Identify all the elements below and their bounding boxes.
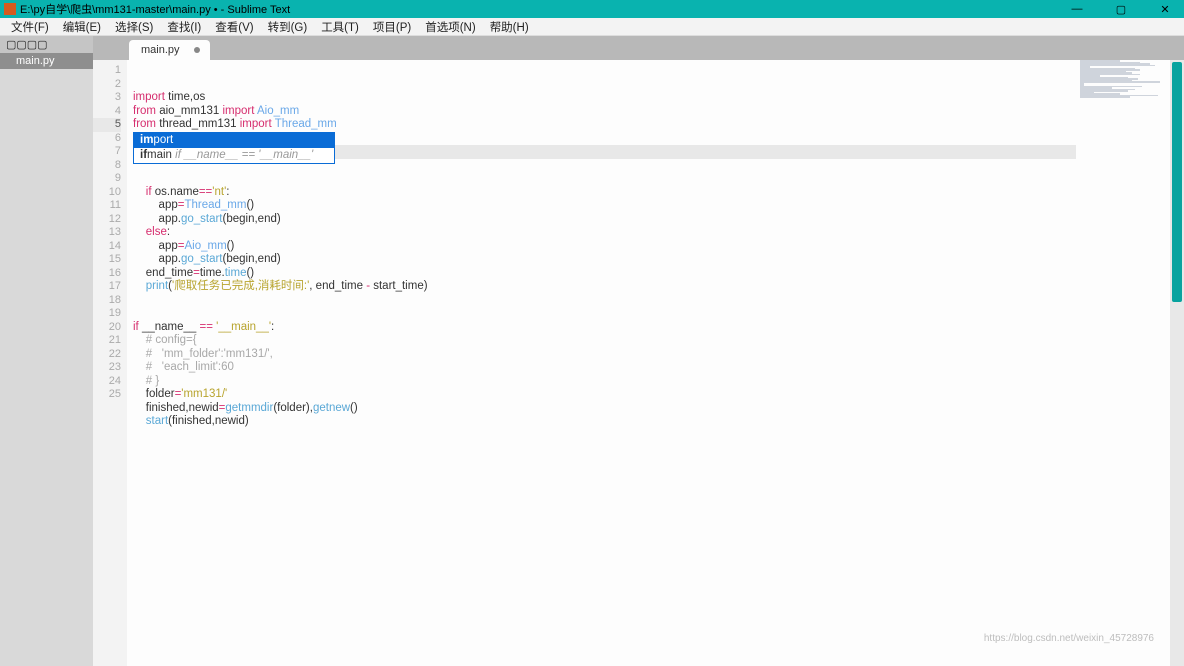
autocomplete-item[interactable]: ifmain if __name__ == '__main__' — [134, 148, 334, 163]
close-button[interactable]: ✕ — [1158, 2, 1172, 16]
menu-item[interactable]: 查找(I) — [160, 19, 208, 35]
minimize-button[interactable]: — — [1070, 2, 1084, 16]
tab-label: main.py — [141, 44, 180, 56]
window-title: E:\py自学\爬虫\mm131-master\main.py • - Subl… — [20, 1, 1070, 17]
menu-item[interactable]: 文件(F) — [4, 19, 56, 35]
menu-item[interactable]: 选择(S) — [108, 19, 160, 35]
watermark: https://blog.csdn.net/weixin_45728976 — [984, 633, 1154, 644]
autocomplete-item[interactable]: import — [134, 133, 334, 148]
vertical-scrollbar[interactable] — [1170, 60, 1184, 666]
title-bar: E:\py自学\爬虫\mm131-master\main.py • - Subl… — [0, 0, 1184, 18]
editor[interactable]: 1234567891011121314151617181920212223242… — [93, 60, 1184, 666]
app-icon — [4, 3, 16, 15]
minimap[interactable] — [1076, 60, 1170, 666]
code-area[interactable]: import time,osfrom aio_mm131 import Aio_… — [127, 60, 1184, 666]
menu-bar: 文件(F)编辑(E)选择(S)查找(I)查看(V)转到(G)工具(T)项目(P)… — [0, 18, 1184, 36]
menu-item[interactable]: 编辑(E) — [56, 19, 108, 35]
editor-main: main.py 12345678910111213141516171819202… — [93, 36, 1184, 666]
tab-mainpy[interactable]: main.py — [129, 40, 210, 60]
tab-dirty-icon — [194, 47, 200, 53]
sidebar: ▢▢▢▢ main.py — [0, 36, 93, 666]
maximize-button[interactable]: ▢ — [1114, 2, 1128, 16]
tab-bar: main.py — [93, 36, 1184, 60]
menu-item[interactable]: 项目(P) — [366, 19, 418, 35]
menu-item[interactable]: 查看(V) — [208, 19, 260, 35]
menu-item[interactable]: 帮助(H) — [483, 19, 536, 35]
autocomplete-popup[interactable]: import ifmain if __name__ == '__main__' — [133, 132, 335, 164]
window-buttons: — ▢ ✕ — [1070, 2, 1180, 16]
sidebar-file[interactable]: main.py — [0, 53, 93, 69]
menu-item[interactable]: 首选项(N) — [418, 19, 482, 35]
line-gutter: 1234567891011121314151617181920212223242… — [93, 60, 127, 666]
sidebar-group[interactable]: ▢▢▢▢ — [0, 36, 93, 53]
menu-item[interactable]: 工具(T) — [314, 19, 366, 35]
scrollbar-thumb[interactable] — [1172, 62, 1182, 302]
menu-item[interactable]: 转到(G) — [261, 19, 315, 35]
